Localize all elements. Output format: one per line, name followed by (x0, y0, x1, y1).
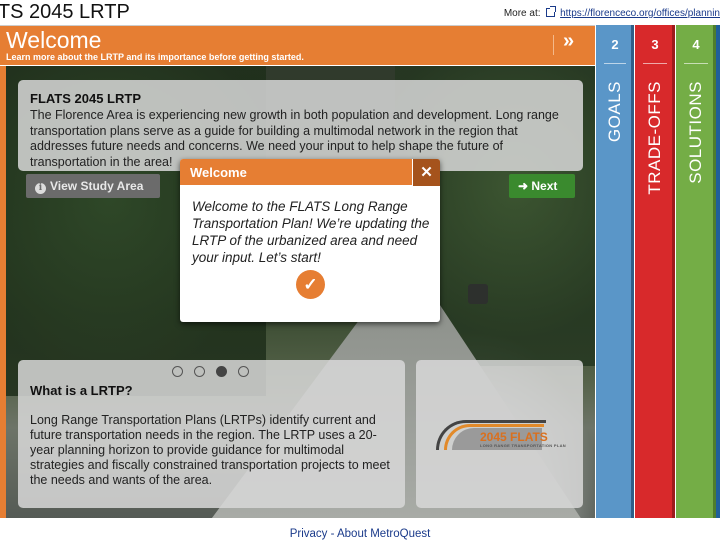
tab-label: SOLUTIONS (686, 81, 705, 184)
header-divider (553, 35, 554, 55)
site-title: ATS 2045 LRTP (0, 1, 130, 23)
modal-title: Welcome (190, 165, 247, 180)
pager-dot-2[interactable] (194, 366, 205, 377)
page-subtitle: Learn more about the LRTP and its import… (6, 52, 304, 62)
tab-label: GOALS (605, 81, 624, 143)
close-icon[interactable]: ✕ (412, 159, 440, 186)
tab-label: TRADE-OFFS (645, 81, 664, 195)
modal-header: Welcome ✕ (180, 159, 440, 186)
intro-heading: FLATS 2045 LRTP (30, 91, 142, 106)
pager-dot-4[interactable] (238, 366, 249, 377)
section-header: Welcome Learn more about the LRTP and it… (0, 25, 595, 65)
tab-rule (684, 63, 708, 64)
tab-number: 3 (651, 37, 659, 52)
tab-rule (643, 63, 667, 64)
more-at-label: More at: (503, 8, 541, 19)
info-icon: i (35, 183, 46, 194)
view-study-area-button[interactable]: i View Study Area (26, 174, 160, 198)
logo-card: 2045 FLATS LONG RANGE TRANSPORTATION PLA… (416, 360, 583, 508)
double-chevron-right-icon[interactable]: » (563, 30, 574, 53)
tab-goals[interactable]: 2 GOALS (596, 25, 634, 518)
logo-brand: 2045 FLATS (480, 430, 548, 444)
checkmark-icon[interactable]: ✓ (296, 270, 325, 299)
modal-body: Welcome to the FLATS Long Range Transpor… (192, 199, 430, 265)
page-title: Welcome (6, 27, 102, 53)
flats-logo: 2045 FLATS LONG RANGE TRANSPORTATION PLA… (436, 418, 566, 452)
pager-dot-3[interactable] (216, 366, 227, 377)
tab-trade-offs[interactable]: 3 TRADE-OFFS (635, 25, 675, 518)
slide-pager (172, 366, 249, 377)
tab-number: 2 (611, 37, 619, 52)
footer: Privacy - About MetroQuest (0, 528, 720, 540)
tab-next-edge[interactable] (716, 25, 720, 518)
intro-card: FLATS 2045 LRTP The Florence Area is exp… (18, 80, 583, 171)
tab-rule (604, 63, 626, 64)
about-metroquest-link[interactable]: About MetroQuest (337, 528, 430, 540)
top-bar: ATS 2045 LRTP More at: https://florencec… (0, 0, 720, 24)
tab-solutions[interactable]: 4 SOLUTIONS (676, 25, 716, 518)
more-at: More at: https://florenceco.org/offices/… (503, 6, 720, 19)
tab-number: 4 (692, 37, 700, 52)
logo-tagline: LONG RANGE TRANSPORTATION PLAN (480, 443, 566, 448)
footer-separator: - (327, 528, 337, 540)
photo-car (468, 284, 488, 304)
pager-dot-1[interactable] (172, 366, 183, 377)
slide-heading: What is a LRTP? (30, 383, 133, 398)
external-link-icon (546, 6, 557, 17)
slide-card: What is a LRTP? Long Range Transportatio… (18, 360, 405, 508)
slide-body: Long Range Transportation Plans (LRTPs) … (30, 413, 390, 487)
more-at-link[interactable]: https://florenceco.org/offices/plannin (560, 8, 720, 19)
next-button[interactable]: ➜ Next (509, 174, 575, 198)
view-study-area-label: View Study Area (50, 179, 144, 193)
privacy-link[interactable]: Privacy (290, 528, 328, 540)
welcome-modal: Welcome ✕ Welcome to the FLATS Long Rang… (180, 159, 440, 322)
